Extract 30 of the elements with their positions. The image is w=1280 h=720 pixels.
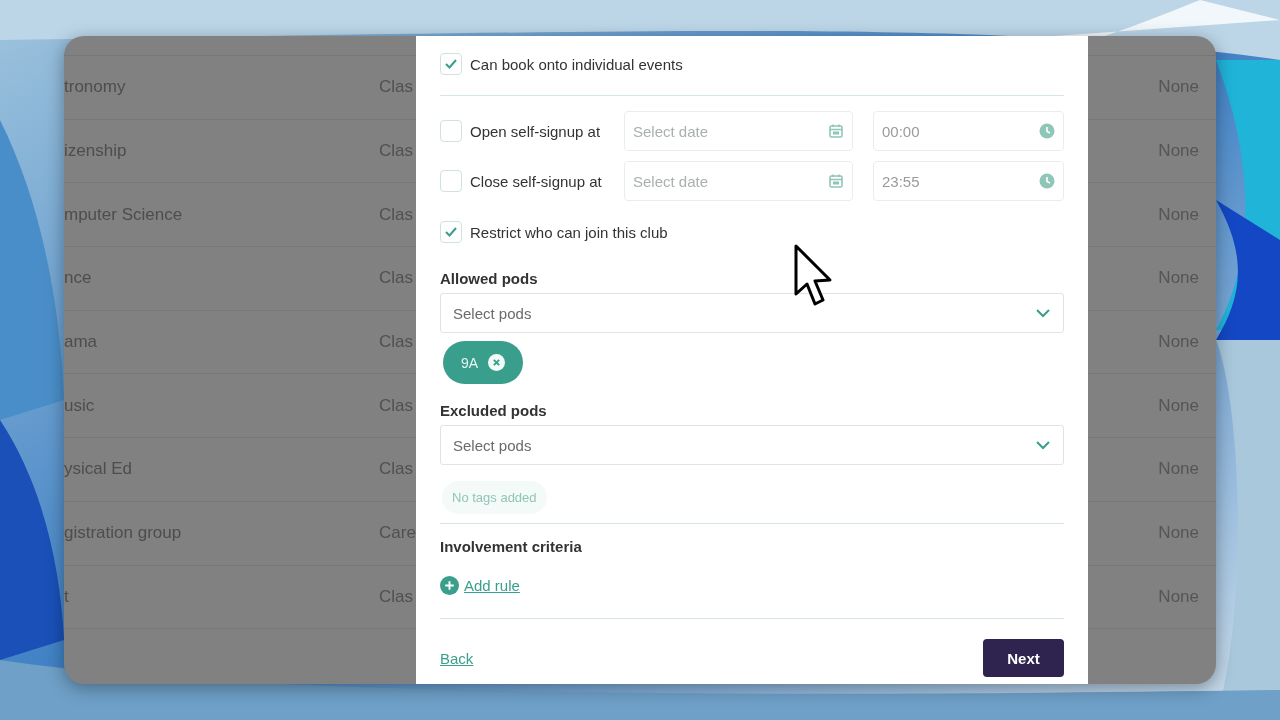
select-field[interactable]: Select pods [440,293,1064,333]
plus-icon [440,576,459,595]
check-icon [444,225,458,239]
checkbox[interactable] [440,120,462,142]
close-icon [488,354,506,371]
date-field[interactable]: Select date [624,111,853,151]
section-label: Allowed pods [440,270,539,287]
checkbox-label: Restrict who can join this club [470,223,668,241]
clock-icon [1039,173,1055,189]
select-field[interactable]: Select pods [440,425,1064,465]
section-label: Excluded pods [440,402,548,419]
checkbox[interactable] [440,221,462,243]
check-icon [444,57,458,71]
calendar-icon [828,173,844,189]
next-button[interactable]: Next [983,639,1064,677]
checkbox[interactable] [440,170,462,192]
time-field[interactable]: 23:55 [873,161,1064,201]
checkbox-label: Can book onto individual events [470,55,683,73]
section-label: Involvement criteria [440,538,583,555]
add-rule-link[interactable]: Add rule [464,577,520,594]
tag-chip[interactable]: 9A [443,341,524,384]
back-link[interactable]: Back [440,649,474,667]
time-field[interactable]: 00:00 [873,111,1064,151]
calendar-icon [828,123,844,139]
checkbox-label: Close self-signup at [470,172,602,190]
checkbox-label: Open self-signup at [470,122,601,140]
empty-tags-note: No tags added [442,481,547,514]
clock-icon [1039,123,1055,139]
date-field[interactable]: Select date [624,161,853,201]
checkbox[interactable] [440,53,462,75]
